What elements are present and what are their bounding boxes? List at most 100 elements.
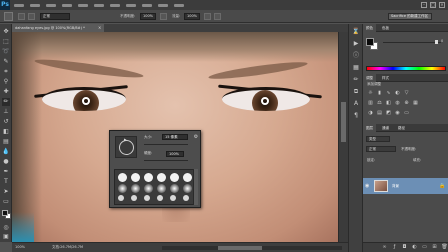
- paragraph-panel-icon[interactable]: ¶: [352, 112, 360, 120]
- gray-slider-knob[interactable]: [435, 40, 438, 44]
- tab-styles[interactable]: 样式: [379, 74, 392, 82]
- vibrance-icon[interactable]: ▽: [403, 90, 410, 97]
- curves-icon[interactable]: ∿: [385, 90, 392, 97]
- gradient-tool-icon[interactable]: ▤: [2, 138, 10, 146]
- flow-field[interactable]: 100%: [184, 13, 200, 20]
- menu-item-help[interactable]: [174, 3, 184, 7]
- brush-preset-icon[interactable]: [4, 12, 13, 21]
- delete-layer-icon[interactable]: 🗑: [441, 244, 448, 251]
- color-lookup-icon[interactable]: ▦: [412, 100, 419, 107]
- menu-item-3d[interactable]: [126, 3, 136, 7]
- close-document-icon[interactable]: ×: [98, 24, 101, 32]
- link-layers-icon[interactable]: ∞: [381, 244, 388, 251]
- new-group-icon[interactable]: ▭: [421, 244, 428, 251]
- posterize-icon[interactable]: ▤: [376, 110, 383, 117]
- healing-brush-tool-icon[interactable]: ✚: [2, 88, 10, 96]
- black-white-icon[interactable]: ◧: [385, 100, 392, 107]
- menu-item-file[interactable]: [14, 3, 24, 7]
- invert-icon[interactable]: ◑: [367, 110, 374, 117]
- brush-size-field[interactable]: 15 像素: [162, 134, 188, 140]
- new-adjustment-icon[interactable]: ◐: [411, 244, 418, 251]
- channel-mixer-icon[interactable]: ⊕: [403, 100, 410, 107]
- vertical-scroll-thumb[interactable]: [341, 102, 346, 142]
- quick-mask-icon[interactable]: ◎: [2, 224, 10, 232]
- eyedropper-tool-icon[interactable]: ⚲: [2, 78, 10, 86]
- mode-select[interactable]: 正常: [40, 13, 70, 20]
- info-panel-icon[interactable]: ⓘ: [352, 52, 360, 60]
- horizontal-scroll-thumb[interactable]: [218, 246, 262, 250]
- tab-layers[interactable]: 图层: [363, 124, 376, 132]
- brush-tips-scrollbar[interactable]: [193, 169, 198, 205]
- crop-tool-icon[interactable]: ⌗: [2, 68, 10, 76]
- brush-size-slider[interactable]: [144, 144, 188, 145]
- document-size-info[interactable]: 文档:26.7M/26.7M: [52, 245, 83, 250]
- brush-tip-small-4[interactable]: [157, 195, 163, 201]
- foreground-color-swatch[interactable]: [2, 210, 8, 216]
- brush-tip-hard-5[interactable]: [170, 173, 179, 182]
- brush-tip-small-5[interactable]: [170, 195, 176, 201]
- brush-tip-soft-1[interactable]: [118, 184, 127, 193]
- layer-kind-filter[interactable]: 类型: [366, 136, 390, 142]
- quick-select-tool-icon[interactable]: ✎: [2, 58, 10, 66]
- history-brush-tool-icon[interactable]: ↺: [2, 118, 10, 126]
- menu-item-type[interactable]: [78, 3, 88, 7]
- menu-item-view[interactable]: [142, 3, 152, 7]
- layer-name[interactable]: 背景: [392, 184, 399, 189]
- eye-icon[interactable]: ◉: [365, 183, 369, 189]
- screen-mode-icon[interactable]: ▣: [2, 233, 10, 241]
- brush-tip-soft-5[interactable]: [170, 184, 179, 193]
- brush-tip-soft-4[interactable]: [157, 184, 166, 193]
- brush-panel-toggle-button[interactable]: [28, 13, 35, 20]
- path-select-tool-icon[interactable]: ➤: [2, 188, 10, 196]
- tab-channels[interactable]: 通道: [379, 124, 392, 132]
- brush-tip-soft-6[interactable]: [183, 184, 192, 193]
- menu-item-select[interactable]: [94, 3, 104, 7]
- brush-hardness-field[interactable]: 100%: [166, 151, 184, 157]
- layer-style-icon[interactable]: ƒ: [391, 244, 398, 251]
- panel-foreground-color[interactable]: [366, 38, 374, 46]
- exposure-icon[interactable]: ◐: [394, 90, 401, 97]
- opacity-field[interactable]: 100%: [140, 13, 156, 20]
- menu-item-layer[interactable]: [62, 3, 72, 7]
- eraser-tool-icon[interactable]: ◧: [2, 128, 10, 136]
- gear-icon[interactable]: ⚙: [193, 134, 199, 140]
- brush-tip-small-3[interactable]: [144, 195, 150, 201]
- brush-panel-icon[interactable]: ✏: [352, 76, 360, 84]
- color-balance-icon[interactable]: ⚖: [376, 100, 383, 107]
- clone-source-panel-icon[interactable]: ⧉: [352, 88, 360, 96]
- minimize-button[interactable]: –: [421, 2, 427, 8]
- gray-slider[interactable]: [383, 42, 441, 43]
- hue-saturation-icon[interactable]: ▥: [367, 100, 374, 107]
- clone-stamp-tool-icon[interactable]: ⊥: [2, 108, 10, 116]
- character-panel-icon[interactable]: A: [352, 100, 360, 108]
- brush-tip-small-6[interactable]: [183, 195, 189, 201]
- properties-panel-icon[interactable]: ▦: [352, 64, 360, 72]
- layer-row-background[interactable]: ◉ 背景 🔒: [363, 178, 448, 194]
- brush-tool-icon[interactable]: ✏: [2, 98, 10, 106]
- marquee-tool-icon[interactable]: ⬚: [2, 38, 10, 46]
- dodge-tool-icon[interactable]: ●: [2, 158, 10, 166]
- color-spectrum-bar[interactable]: [366, 66, 446, 71]
- threshold-icon[interactable]: ◩: [385, 110, 392, 117]
- lasso-tool-icon[interactable]: ➰: [2, 48, 10, 56]
- actions-panel-icon[interactable]: ▶: [352, 40, 360, 48]
- blur-tool-icon[interactable]: 💧: [2, 148, 10, 156]
- gray-value[interactable]: 0: [441, 39, 443, 43]
- brush-tip-hard-1[interactable]: [118, 173, 127, 182]
- shape-tool-icon[interactable]: ▭: [2, 198, 10, 206]
- workspace-select[interactable]: Sacrifice 的新建工作区: [388, 13, 432, 20]
- brush-tip-hard-2[interactable]: [131, 173, 140, 182]
- photo-filter-icon[interactable]: ◍: [394, 100, 401, 107]
- move-tool-icon[interactable]: ✥: [2, 28, 10, 36]
- brightness-contrast-icon[interactable]: ☼: [367, 90, 374, 97]
- add-mask-icon[interactable]: ◘: [401, 244, 408, 251]
- brush-tip-soft-2[interactable]: [131, 184, 140, 193]
- tab-color[interactable]: 颜色: [363, 24, 376, 32]
- brush-picker-button[interactable]: [18, 13, 25, 20]
- pen-tool-icon[interactable]: ✒: [2, 168, 10, 176]
- brush-tip-soft-3[interactable]: [144, 184, 153, 193]
- canvas-vertical-scrollbar[interactable]: [338, 32, 348, 242]
- pressure-opacity-button[interactable]: [160, 13, 167, 20]
- pressure-size-button[interactable]: [214, 13, 221, 20]
- brush-hardness-slider[interactable]: [144, 160, 188, 161]
